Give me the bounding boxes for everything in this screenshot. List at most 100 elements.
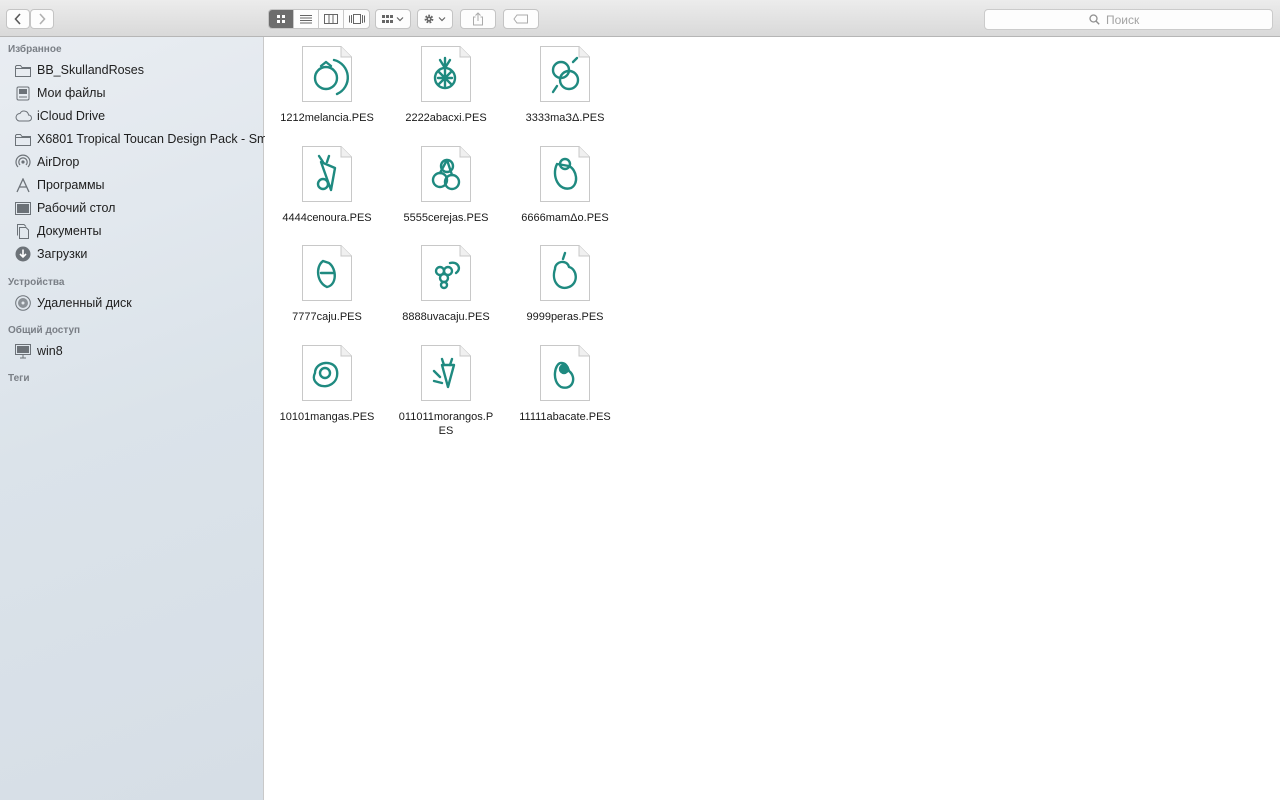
file-grid: 1212melancia.PES 2222abacxi.PES 3333maЗΔ.P… [265,37,1280,800]
file-item[interactable]: 11111abacate.PES [506,344,624,424]
pes-file-icon [540,146,590,202]
sidebar-item-downloads[interactable]: Загрузки [14,243,87,265]
forward-button[interactable] [30,9,54,29]
sidebar-item-label: win8 [37,344,63,358]
folder-icon [14,62,32,78]
all-files-icon [14,85,32,101]
file-name: 6666mamΔo.PES [521,212,609,224]
pes-file-icon [421,46,471,102]
file-name: 9999peras.PES [526,311,604,323]
folder-icon [14,131,32,147]
sidebar-item-applications[interactable]: Программы [14,174,105,196]
chevron-left-icon [14,13,21,25]
file-item[interactable]: 5555cerejas.PES [387,145,505,225]
search-input[interactable] [1104,11,1168,28]
downloads-icon [14,246,32,262]
share-button[interactable] [460,9,496,29]
share-icon [473,12,483,26]
view-mode-control[interactable] [268,9,370,29]
tag-icon [513,14,528,24]
sidebar-item-desktop[interactable]: Рабочий стол [14,197,115,219]
file-name: 2222abacxi.PES [405,112,487,124]
file-name: 11111abacate.PES [519,411,611,423]
pes-file-icon [421,245,471,301]
sidebar-item-icloud-drive[interactable]: iCloud Drive [14,105,105,127]
file-item[interactable]: 1212melancia.PES [268,45,386,125]
pes-file-icon [302,46,352,102]
tags-button[interactable] [503,9,539,29]
cover-flow-button[interactable] [344,10,369,28]
sidebar-item-label: Программы [37,178,105,192]
sidebar-item-airdrop[interactable]: AirDrop [14,151,79,173]
sidebar-item-label: X6801 Tropical Toucan Design Pack - Sm [37,132,268,146]
pes-file-icon [302,345,352,401]
file-name: 3333maЗΔ.PES [525,112,605,124]
sidebar-section-shared: Общий доступ [8,325,81,336]
sidebar-section-favorites: Избранное [8,44,62,55]
action-button[interactable] [417,9,453,29]
sidebar-item-bb-skullandroses[interactable]: BB_SkullandRoses [14,59,144,81]
file-item[interactable]: 9999peras.PES [506,244,624,324]
sidebar-item-my-files[interactable]: Мои файлы [14,82,105,104]
computer-icon [14,343,32,359]
sidebar-item-label: AirDrop [37,155,80,169]
sidebar-item-label: Удаленный диск [37,296,132,310]
icon-view-button[interactable] [269,10,294,28]
file-item[interactable]: 8888uvacaju.PES [387,244,505,324]
back-button[interactable] [6,9,30,29]
sidebar: Избранное BB_SkullandRoses Мои файлы iCl… [0,37,267,800]
file-item[interactable]: 2222abacxi.PES [387,45,505,125]
sidebar-item-label: Рабочий стол [37,201,116,215]
toolbar [0,0,1280,37]
sidebar-item-documents[interactable]: Документы [14,220,101,242]
pes-file-icon [421,146,471,202]
sidebar-item-win8[interactable]: win8 [14,340,63,362]
file-item[interactable]: 3333maЗΔ.PES [506,45,624,125]
arrange-icon [382,15,404,23]
sidebar-item-label: BB_SkullandRoses [37,63,145,77]
search-field[interactable] [984,9,1273,30]
sidebar-item-label: iCloud Drive [37,109,106,123]
column-view-icon [324,14,338,24]
finder-window: Избранное BB_SkullandRoses Мои файлы iCl… [0,0,1280,800]
pes-file-icon [540,46,590,102]
sidebar-item-label: Документы [37,224,102,238]
file-item[interactable]: 4444cenoura.PES [268,145,386,225]
file-name: 1212melancia.PES [280,112,374,124]
applications-icon [14,177,32,193]
pes-file-icon [540,245,590,301]
list-view-button[interactable] [294,10,319,28]
sidebar-item-label: Мои файлы [37,86,106,100]
airdrop-icon [14,154,32,170]
pes-file-icon [302,146,352,202]
list-view-icon [300,15,312,24]
arrange-button[interactable] [375,9,411,29]
pes-file-icon [421,345,471,401]
sidebar-section-devices: Устройства [8,277,65,288]
cloud-icon [14,108,32,124]
file-item[interactable]: 7777caju.PES [268,244,386,324]
file-item[interactable]: 10101mangas.PES [268,344,386,424]
pes-file-icon [302,245,352,301]
file-item[interactable]: 6666mamΔo.PES [506,145,624,225]
sidebar-item-remote-disc[interactable]: Удаленный диск [14,292,132,314]
search-icon [1089,14,1100,25]
gear-icon [424,14,446,24]
file-name: 8888uvacaju.PES [402,311,490,323]
file-name: 4444cenoura.PES [282,212,372,224]
column-view-button[interactable] [319,10,344,28]
chevron-right-icon [39,13,46,25]
icon-view-icon [277,15,285,23]
file-name: 7777caju.PES [292,311,362,323]
sidebar-section-tags: Теги [8,373,30,384]
desktop-icon [14,200,32,216]
pes-file-icon [540,345,590,401]
file-name: 5555cerejas.PES [403,212,489,224]
file-item[interactable]: 011011morangos.PES [387,344,505,438]
file-name: 10101mangas.PES [279,411,375,423]
file-name: 011011morangos.PES [398,411,494,437]
sidebar-item-label: Загрузки [37,247,88,261]
remote-disc-icon [14,295,32,311]
sidebar-item-x6801-folder[interactable]: X6801 Tropical Toucan Design Pack - Sm [14,128,267,150]
cover-flow-icon [348,14,365,24]
